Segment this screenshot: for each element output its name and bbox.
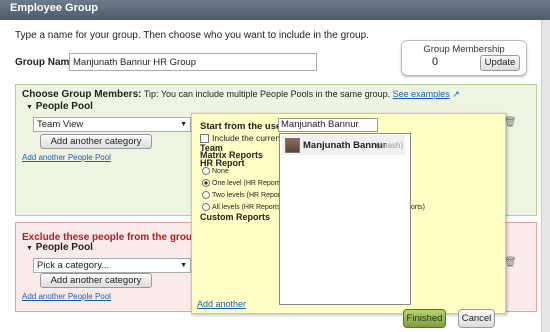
choose-members-title: Choose Group Members: [22, 89, 142, 100]
user-autocomplete-dropdown: Manjunath Bannur (nnash) [279, 133, 411, 305]
hr-report-heading: HR Report [200, 158, 245, 168]
choose-members-tip: Tip: You can include multiple People Poo… [143, 89, 391, 99]
start-from-user-label: Start from the user: [200, 121, 289, 132]
add-another-link[interactable]: Add another [197, 299, 246, 309]
custom-reports-heading: Custom Reports [200, 212, 271, 222]
radio-icon[interactable] [202, 167, 210, 176]
intro-text: Type a name for your group. Then choose … [15, 30, 369, 41]
autocomplete-user-name: Manjunath Bannur [303, 140, 387, 151]
start-from-user-input[interactable]: Manjunath Bannur [278, 118, 378, 132]
radio-one-level-label: One level (HR Reports) [212, 180, 285, 187]
autocomplete-item[interactable]: Manjunath Bannur (nnash) [282, 135, 405, 155]
triangle-down-icon[interactable]: ▼ [26, 245, 33, 252]
see-examples-link[interactable]: See examples [393, 89, 450, 99]
radio-icon[interactable] [202, 191, 210, 200]
scrollbar[interactable] [541, 20, 550, 332]
include-current-user-label: Include the current u [212, 133, 290, 143]
dialog-titlebar: Employee Group [0, 0, 550, 20]
add-another-category-button[interactable]: Add another category [40, 134, 152, 149]
exclude-category-select[interactable]: Pick a category... ▼ [33, 258, 191, 273]
choose-members-heading: Choose Group Members: Tip: You can inclu… [22, 89, 460, 100]
people-pool-label: ▼ People Pool [26, 101, 93, 112]
exclude-people-pool-label: ▼ People Pool [26, 242, 93, 253]
exclude-people-pool-label-text: People Pool [35, 242, 93, 253]
exclude-add-another-people-pool-link[interactable]: Add another People Pool [22, 292, 111, 301]
avatar [285, 138, 300, 153]
external-link-icon: ↗ [452, 89, 460, 99]
group-membership-box: Group Membership 0 Update [401, 40, 527, 76]
radio-two-levels[interactable]: Two levels (HR Reports [202, 191, 286, 200]
update-button[interactable]: Update [480, 55, 520, 71]
include-current-user-checkbox[interactable]: Include the current u [200, 133, 290, 144]
radio-none[interactable]: None [202, 167, 229, 176]
radio-none-label: None [212, 168, 229, 175]
category-select-value: Team View [37, 119, 84, 130]
people-pool-label-text: People Pool [35, 101, 93, 112]
triangle-down-icon[interactable]: ▼ [26, 104, 33, 111]
finished-button[interactable]: Finished [403, 309, 446, 328]
dialog-title: Employee Group [10, 2, 99, 14]
radio-two-levels-label: Two levels (HR Reports [212, 192, 286, 199]
radio-one-level[interactable]: One level (HR Reports) [202, 179, 285, 188]
exclude-category-select-value: Pick a category... [37, 260, 110, 271]
employee-group-dialog: Employee Group Type a name for your grou… [0, 0, 550, 332]
add-another-people-pool-link[interactable]: Add another People Pool [22, 153, 111, 162]
radio-icon[interactable] [202, 203, 210, 212]
chevron-down-icon: ▼ [180, 262, 187, 269]
radio-all-levels-tail: orts) [411, 204, 425, 211]
exclude-add-another-category-button[interactable]: Add another category [40, 273, 152, 288]
group-name-label: Group Name [15, 57, 76, 68]
chevron-down-icon: ▼ [180, 121, 187, 128]
group-name-input[interactable] [69, 53, 317, 71]
radio-all-levels[interactable]: All levels (HR Reports a [202, 203, 286, 212]
radio-icon[interactable] [202, 179, 210, 188]
autocomplete-user-id: (nnash) [376, 141, 404, 150]
checkbox-icon[interactable] [200, 134, 209, 144]
radio-all-levels-label: All levels (HR Reports a [212, 204, 287, 211]
category-select[interactable]: Team View ▼ [33, 117, 191, 132]
membership-title: Group Membership [423, 44, 505, 55]
membership-count: 0 [432, 56, 439, 68]
cancel-button[interactable]: Cancel [458, 309, 495, 328]
